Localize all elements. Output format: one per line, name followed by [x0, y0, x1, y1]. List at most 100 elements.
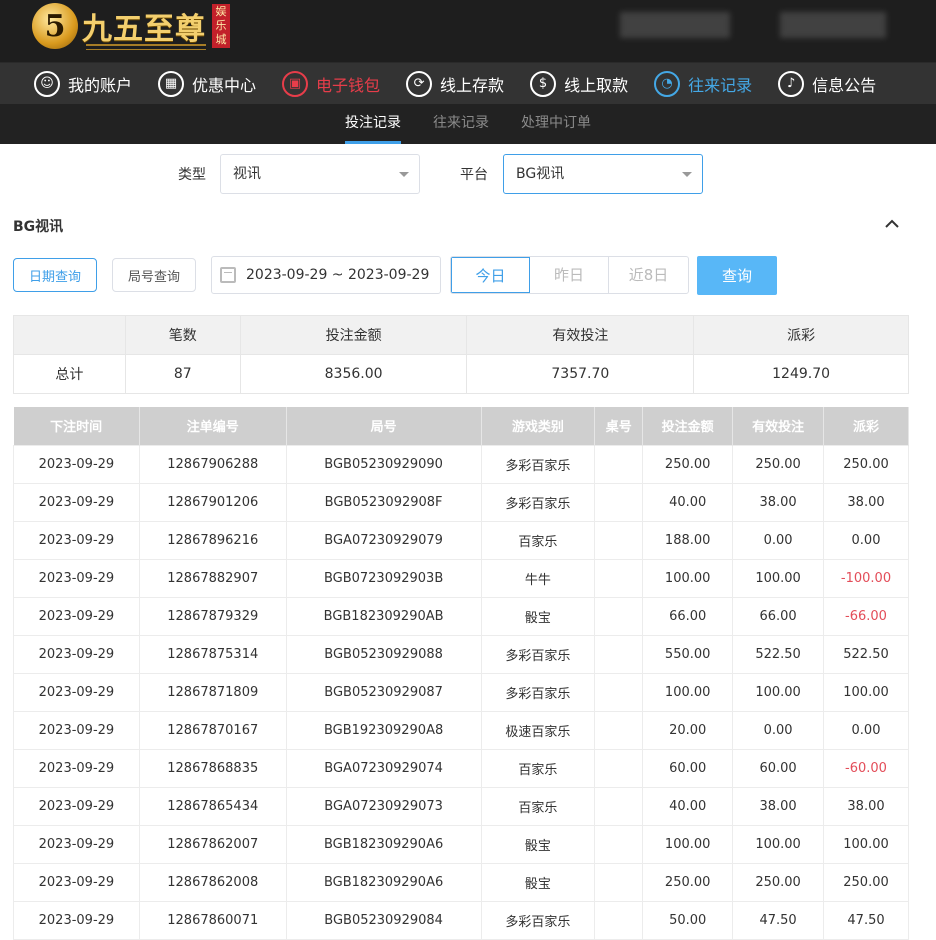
summary-header-cell: 有效投注: [466, 315, 695, 355]
table-cell: 250.00: [642, 862, 734, 902]
table-row[interactable]: 2023-09-29 12867901206 BGB0523092908F 多彩百家乐…: [13, 482, 909, 522]
table-row[interactable]: 2023-09-29 12867896216 BGA07230929079 百家乐 18…: [13, 520, 909, 560]
table-cell: 522.50: [823, 634, 909, 674]
nav-item-label: 电子钱包: [316, 75, 381, 95]
summary-total-row: 总计 87 8356.00 7357.70 1249.70: [13, 354, 909, 394]
brand-logo[interactable]: 5 九五至尊 娱乐城: [32, 3, 230, 49]
table-cell: 2023-09-29: [13, 558, 140, 598]
table-cell: 极速百家乐: [480, 710, 596, 750]
table-cell: 250.00: [732, 862, 825, 902]
table-cell: [594, 558, 644, 598]
table-cell: 0.00: [823, 710, 909, 750]
table-cell: [594, 748, 644, 788]
summary-header-cell: 投注金额: [239, 315, 468, 355]
nav-item-label: 往来记录: [688, 75, 753, 95]
table-cell: [594, 786, 644, 826]
today-button[interactable]: 今日: [451, 257, 530, 293]
table-cell: 38.00: [732, 482, 825, 522]
table-cell: 12867896216: [138, 520, 287, 560]
table-cell: BGB0723092903B: [285, 558, 482, 598]
nav-item-label: 我的账户: [68, 75, 133, 95]
table-cell: 100.00: [823, 672, 909, 712]
nav-item-6[interactable]: ♪ 信息公告: [778, 70, 876, 97]
table-cell: 12867875314: [138, 634, 287, 674]
logo-underline: [86, 44, 206, 50]
table-cell: 12867862007: [138, 824, 287, 864]
table-cell: 50.00: [642, 900, 734, 940]
table-row[interactable]: 2023-09-29 12867862008 BGB182309290A6 骰宝 250…: [13, 862, 909, 902]
table-cell: 550.00: [642, 634, 734, 674]
yesterday-button[interactable]: 昨日: [530, 257, 609, 293]
date-range-picker[interactable]: 2023-09-29 ~ 2023-09-29: [211, 256, 441, 294]
withdraw-icon: $: [530, 70, 557, 97]
nav-item-2[interactable]: ▣ 电子钱包: [282, 70, 381, 97]
table-cell: 2023-09-29: [13, 596, 140, 636]
table-cell: [594, 482, 644, 522]
date-query-button[interactable]: 日期查询: [13, 258, 97, 292]
table-row[interactable]: 2023-09-29 12867875314 BGB05230929088 多彩百家乐…: [13, 634, 909, 674]
filter-bar: 类型 视讯 平台 BG视讯: [0, 144, 936, 204]
type-select[interactable]: 视讯: [220, 154, 420, 194]
round-query-button[interactable]: 局号查询: [112, 258, 196, 292]
table-cell: 多彩百家乐: [480, 900, 596, 940]
nav-item-3[interactable]: ⟳ 线上存款: [406, 70, 505, 97]
table-cell: 38.00: [823, 482, 909, 522]
table-row[interactable]: 2023-09-29 12867860071 BGB05230929084 多彩百家乐…: [13, 900, 909, 940]
last-8-days-button[interactable]: 近8日: [609, 257, 688, 293]
summary-header-cell: 派彩: [693, 315, 909, 355]
query-submit-button[interactable]: 查询: [697, 256, 777, 295]
table-cell: BGA07230929079: [285, 520, 482, 560]
sub-tab-2[interactable]: 处理中订单: [521, 104, 591, 144]
nav-item-5[interactable]: ◔ 往来记录: [654, 70, 753, 97]
records-header-row: 下注时间 注单编号 局号 游戏类别 桌号 投注金额 有效投注 派彩: [13, 407, 909, 445]
table-cell: 100.00: [823, 824, 909, 864]
records-header-cell: 游戏类别: [481, 407, 596, 445]
sub-tab-1[interactable]: 往来记录: [433, 104, 489, 144]
nav-item-label: 优惠中心: [192, 75, 257, 95]
table-cell: BGB182309290AB: [285, 596, 482, 636]
chevron-down-icon: [399, 172, 409, 177]
table-row[interactable]: 2023-09-29 12867879329 BGB182309290AB 骰宝 66.…: [13, 596, 909, 636]
table-cell: BGB05230929087: [285, 672, 482, 712]
table-row[interactable]: 2023-09-29 12867870167 BGB192309290A8 极速百家乐…: [13, 710, 909, 750]
table-row[interactable]: 2023-09-29 12867906288 BGB05230929090 多彩百家乐…: [13, 444, 909, 484]
table-cell: [594, 596, 644, 636]
nav-item-4[interactable]: $ 线上取款: [530, 70, 629, 97]
nav-item-1[interactable]: ▦ 优惠中心: [158, 70, 257, 97]
sub-tab-0[interactable]: 投注记录: [345, 104, 401, 144]
table-row[interactable]: 2023-09-29 12867862007 BGB182309290A6 骰宝 100…: [13, 824, 909, 864]
records-icon: ◔: [654, 70, 681, 97]
table-cell: BGB05230929088: [285, 634, 482, 674]
collapse-chevron-up-icon[interactable]: [884, 216, 900, 232]
table-cell: 骰宝: [480, 824, 596, 864]
table-cell: 12867860071: [138, 900, 287, 940]
table-cell: 12867862008: [138, 862, 287, 902]
nav-item-label: 线上取款: [564, 75, 629, 95]
chevron-down-icon: [682, 172, 692, 177]
table-cell: 47.50: [732, 900, 825, 940]
table-cell: BGB192309290A8: [285, 710, 482, 750]
nav-item-label: 线上存款: [440, 75, 505, 95]
brand-name: 九五至尊: [82, 12, 206, 47]
logo-emblem: 5: [32, 3, 78, 49]
table-cell: 0.00: [732, 710, 825, 750]
table-cell: 多彩百家乐: [480, 482, 596, 522]
summary-cell: 总计: [13, 354, 126, 394]
table-cell: [594, 824, 644, 864]
table-row[interactable]: 2023-09-29 12867865434 BGA07230929073 百家乐 40…: [13, 786, 909, 826]
table-row[interactable]: 2023-09-29 12867871809 BGB05230929087 多彩百家乐…: [13, 672, 909, 712]
table-row[interactable]: 2023-09-29 12867868835 BGA07230929074 百家乐 60…: [13, 748, 909, 788]
table-cell: 100.00: [732, 824, 825, 864]
table-cell: [594, 710, 644, 750]
records-header-cell: 局号: [286, 407, 482, 445]
table-cell: 骰宝: [480, 862, 596, 902]
table-row[interactable]: 2023-09-29 12867882907 BGB0723092903B 牛牛 100…: [13, 558, 909, 598]
records-header-cell: 有效投注: [732, 407, 825, 445]
table-cell: [594, 520, 644, 560]
nav-item-0[interactable]: ☺ 我的账户: [34, 70, 133, 97]
table-cell: 66.00: [732, 596, 825, 636]
table-cell: BGB0523092908F: [285, 482, 482, 522]
platform-select[interactable]: BG视讯: [503, 154, 703, 194]
records-header-cell: 派彩: [823, 407, 909, 445]
table-cell: 250.00: [732, 444, 825, 484]
